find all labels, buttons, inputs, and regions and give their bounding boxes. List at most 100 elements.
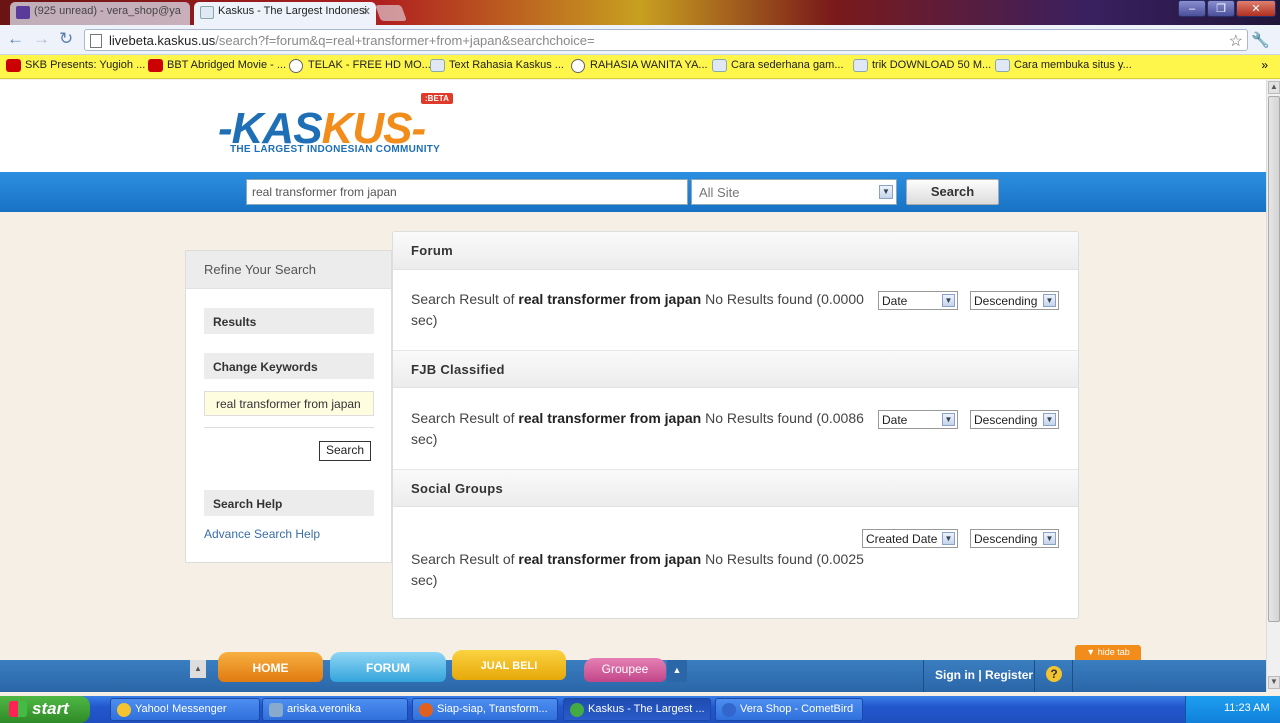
change-keywords-heading: Change Keywords <box>204 353 374 379</box>
result-summary: Search Result of real transformer from j… <box>411 291 864 328</box>
chevron-up-icon[interactable]: ▲ <box>667 660 687 682</box>
results-panel: Forum Search Result of real transformer … <box>392 231 1079 619</box>
site-tagline: THE LARGEST INDONESIAN COMMUNITY <box>230 144 441 155</box>
sort-order-select[interactable]: Descending ▼ <box>970 529 1059 548</box>
search-help-heading: Search Help <box>204 490 374 516</box>
chevron-down-icon: ▼ <box>879 185 893 199</box>
sign-in-link[interactable]: Sign in <box>935 668 975 682</box>
cometbird-icon <box>722 703 736 717</box>
result-summary: Search Result of real transformer from j… <box>411 551 864 588</box>
search-scope-select[interactable]: All Site ▼ <box>691 179 897 205</box>
bookmark-item[interactable]: trik DOWNLOAD 50 M... <box>853 59 991 72</box>
taskbar-item[interactable]: Siap-siap, Transform... <box>412 698 558 721</box>
close-tab-icon[interactable]: ✕ <box>362 5 371 18</box>
chevron-down-icon: ▼ <box>942 532 955 545</box>
browser-tab-kaskus[interactable]: Kaskus - The Largest Indonesi ✕ <box>194 2 376 25</box>
kaskus-bottom-bar: ▲ HOME FORUM JUAL BELI Groupee ▲ ▼ hide … <box>0 645 1266 692</box>
new-tab-button[interactable] <box>375 5 407 21</box>
browser-tab-strip: (925 unread) - vera_shop@ya Kaskus - The… <box>0 0 1280 25</box>
bookmark-item[interactable]: Cara sederhana gam... <box>712 59 844 72</box>
bookmark-item[interactable]: Text Rahasia Kaskus ... <box>430 59 564 72</box>
chevron-down-icon: ▼ <box>1043 294 1056 307</box>
results-heading: Results <box>204 308 374 334</box>
chevron-down-icon: ▼ <box>1043 413 1056 426</box>
browser-toolbar: ← → ↻ livebeta.kaskus.us/search?f=forum&… <box>0 25 1280 55</box>
scroll-up-icon[interactable]: ▲ <box>1268 81 1280 94</box>
kaskus-favicon-icon <box>430 59 445 72</box>
refine-search-panel: Refine Your Search Results Change Keywor… <box>185 250 392 563</box>
close-window-icon[interactable]: ✕ <box>1236 0 1276 17</box>
scroll-down-icon[interactable]: ▼ <box>1268 676 1280 689</box>
divider <box>1034 660 1035 692</box>
restore-icon[interactable]: ❐ <box>1207 0 1235 17</box>
bookmark-item[interactable]: Cara membuka situs y... <box>995 59 1132 72</box>
taskbar-item[interactable]: ariska.veronika <box>262 698 408 721</box>
sort-field-select[interactable]: Created Date ▼ <box>862 529 958 548</box>
mail-icon <box>16 6 30 19</box>
sort-field-select[interactable]: Date ▼ <box>878 291 958 310</box>
address-bar[interactable]: livebeta.kaskus.us/search?f=forum&q=real… <box>84 29 1248 51</box>
more-bookmarks-icon[interactable]: » <box>1261 58 1268 72</box>
kaskus-logo[interactable]: -KASKUS- :BETA THE LARGEST INDONESIAN CO… <box>218 92 458 162</box>
clock: 11:23 AM <box>1224 702 1270 714</box>
minimize-icon[interactable]: ‒ <box>1178 0 1206 17</box>
site-search-button[interactable]: Search <box>906 179 999 205</box>
tab-home[interactable]: HOME <box>218 652 323 682</box>
kaskus-favicon-icon <box>995 59 1010 72</box>
browser-tab-yahoo-mail[interactable]: (925 unread) - vera_shop@ya <box>10 2 190 25</box>
bookmark-item[interactable]: BBT Abridged Movie - ... <box>148 59 286 72</box>
kaskus-favicon-icon <box>200 6 214 19</box>
collapse-left-icon[interactable]: ▲ <box>190 660 206 678</box>
site-search-input[interactable]: real transformer from japan <box>246 179 688 205</box>
bookmark-item[interactable]: RAHASIA WANITA YA... <box>571 59 708 73</box>
yahoo-messenger-icon <box>117 703 131 717</box>
tab-forum[interactable]: FORUM <box>330 652 446 682</box>
divider <box>204 427 374 428</box>
keyword-input[interactable]: real transformer from japan <box>204 391 374 416</box>
refine-search-title: Refine Your Search <box>186 251 391 289</box>
section-title-social-groups: Social Groups <box>393 469 1078 507</box>
account-links: Sign in | Register <box>935 668 1034 682</box>
windows-taskbar: start Yahoo! Messenger ariska.veronika S… <box>0 696 1280 723</box>
chat-icon <box>269 703 283 717</box>
sort-field-select[interactable]: Date ▼ <box>878 410 958 429</box>
taskbar-item[interactable]: Yahoo! Messenger <box>110 698 260 721</box>
result-summary: Search Result of real transformer from j… <box>411 410 864 447</box>
divider <box>923 660 924 692</box>
chevron-down-icon: ▼ <box>1043 532 1056 545</box>
sort-order-select[interactable]: Descending ▼ <box>970 291 1059 310</box>
url-text: livebeta.kaskus.us/search?f=forum&q=real… <box>109 33 595 48</box>
taskbar-item[interactable]: Kaskus - The Largest ... <box>563 698 711 721</box>
globe-icon <box>571 59 585 73</box>
advance-search-help-link[interactable]: Advance Search Help <box>204 527 320 541</box>
taskbar-item[interactable]: Vera Shop - CometBird <box>715 698 863 721</box>
bookmarks-bar: SKB Presents: Yugioh ... BBT Abridged Mo… <box>0 55 1280 79</box>
kaskus-favicon-icon <box>712 59 727 72</box>
tab-jual-beli[interactable]: JUAL BELI <box>452 650 566 680</box>
scroll-thumb[interactable] <box>1268 96 1280 622</box>
browser-icon <box>419 703 433 717</box>
bookmark-item[interactable]: SKB Presents: Yugioh ... <box>6 59 145 72</box>
chrome-icon <box>570 703 584 717</box>
bookmark-item[interactable]: TELAK - FREE HD MO... <box>289 59 431 73</box>
window-controls: ‒ ❐ ✕ <box>1178 0 1276 17</box>
site-header: -KASKUS- :BETA THE LARGEST INDONESIAN CO… <box>0 80 1266 172</box>
register-link[interactable]: Register <box>985 668 1033 682</box>
chevron-down-icon: ▼ <box>942 294 955 307</box>
hide-tab-button[interactable]: ▼ hide tab <box>1075 645 1141 660</box>
kaskus-favicon-icon <box>853 59 868 72</box>
reload-icon[interactable]: ↻ <box>59 30 73 48</box>
bookmark-star-icon[interactable]: ☆ <box>1229 31 1243 51</box>
forward-icon[interactable]: → <box>33 30 50 48</box>
sort-order-select[interactable]: Descending ▼ <box>970 410 1059 429</box>
refine-search-button[interactable]: Search <box>319 441 371 461</box>
section-title-forum: Forum <box>393 232 1078 270</box>
page-scrollbar[interactable]: ▲ ▼ <box>1266 80 1280 692</box>
start-button[interactable]: start <box>0 696 90 723</box>
wrench-icon[interactable]: 🔧 <box>1251 31 1270 49</box>
chevron-down-icon: ▼ <box>942 413 955 426</box>
tab-groupee[interactable]: Groupee <box>584 658 666 682</box>
youtube-icon <box>6 59 21 72</box>
help-icon[interactable]: ? <box>1046 666 1062 682</box>
back-icon[interactable]: ← <box>7 30 24 48</box>
